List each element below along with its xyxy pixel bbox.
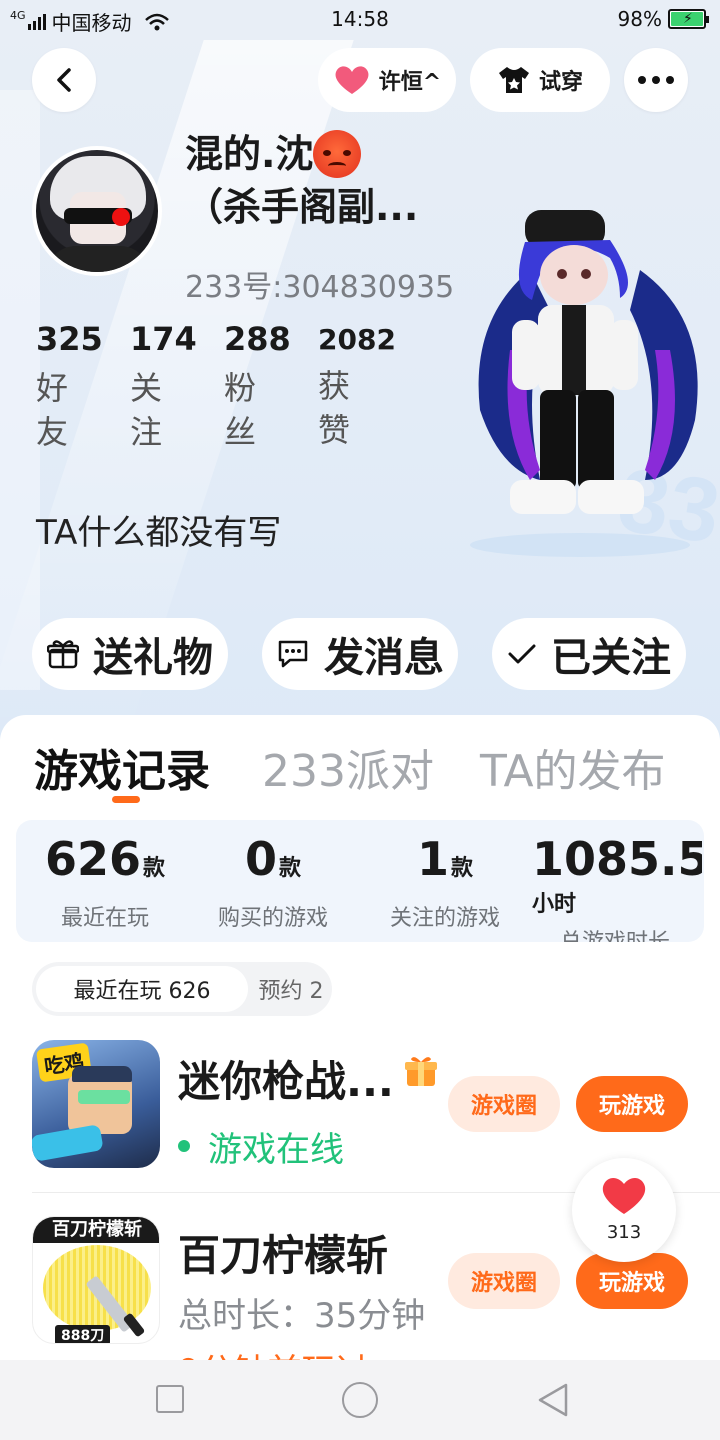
- angry-face-icon: [313, 129, 362, 178]
- stat-unit: 款: [143, 856, 166, 881]
- user-name-line1: 混的.沈: [185, 132, 314, 176]
- avatar[interactable]: [32, 146, 162, 276]
- game-filter: 最近在玩 626 预约 2: [32, 962, 332, 1016]
- stat-unit: 款: [451, 856, 474, 881]
- like-count: 313: [606, 1222, 642, 1243]
- tab-233-party[interactable]: 233派对: [262, 735, 434, 799]
- play-game-button[interactable]: 玩游戏: [576, 1076, 688, 1132]
- followed-label: 已关注: [551, 635, 671, 681]
- send-message-button[interactable]: 发消息: [262, 618, 458, 690]
- stat-label: 好友: [36, 369, 69, 451]
- stat-fans[interactable]: 288 粉丝: [224, 320, 304, 454]
- like-user-label: 许恒^: [378, 70, 442, 95]
- game-icon[interactable]: 吃鸡: [32, 1040, 160, 1168]
- tab-game-records[interactable]: 游戏记录: [34, 735, 210, 799]
- stat-value: 325: [36, 320, 103, 358]
- check-icon: [508, 644, 536, 664]
- game-playtime: 总时长：35分钟: [178, 1296, 426, 1336]
- stat-caption: 总游戏时长: [532, 924, 702, 942]
- stat-caption: 购买的游戏: [217, 906, 328, 931]
- game-last-played: 9分钟前玩过: [178, 1344, 370, 1360]
- like-user-button[interactable]: 许恒^: [318, 48, 456, 112]
- battery-icon: ⚡: [668, 9, 709, 29]
- back-button[interactable]: [32, 48, 96, 112]
- stat-total-playtime[interactable]: 1085.5 小时 总游戏时长: [532, 832, 702, 942]
- stat-likes[interactable]: 2082 获赞: [318, 320, 398, 452]
- chevron-left-icon: [57, 68, 71, 92]
- stat-caption: 关注的游戏: [389, 906, 500, 931]
- back-triangle-icon[interactable]: [536, 1382, 570, 1418]
- user-name: 混的.沈 （杀手阁副...: [185, 128, 475, 233]
- filter-reserved[interactable]: 预约 2: [254, 966, 328, 1012]
- battery-percent: 98%: [617, 7, 662, 31]
- send-gift-button[interactable]: 送礼物: [32, 618, 228, 690]
- heart-icon: [602, 1178, 646, 1214]
- stat-purchased-games[interactable]: 0款 购买的游戏: [200, 832, 346, 932]
- tab-ta-posts[interactable]: TA的发布: [480, 735, 666, 799]
- stat-number: 1: [416, 832, 449, 886]
- status-bar: 4G 中国移动 14:58 98% ⚡: [0, 0, 720, 38]
- stat-friends[interactable]: 325 好友: [36, 320, 116, 454]
- stat-unit: 小时: [532, 892, 577, 917]
- stat-value: 2082: [318, 323, 396, 356]
- like-fab[interactable]: 313: [572, 1158, 676, 1262]
- followed-button[interactable]: 已关注: [492, 618, 686, 690]
- stat-value: 288: [224, 320, 291, 358]
- clock: 14:58: [331, 7, 389, 31]
- stat-label: 获赞: [318, 367, 351, 449]
- system-nav-bar: [0, 1360, 720, 1440]
- try-on-button[interactable]: 试穿: [470, 48, 610, 112]
- send-gift-label: 送礼物: [93, 635, 213, 681]
- stat-number: 1085.5: [532, 832, 702, 886]
- gift-box-icon[interactable]: [404, 1054, 438, 1088]
- stat-caption: 最近在玩: [60, 906, 149, 931]
- more-dots-icon: [638, 76, 674, 84]
- user-bio: TA什么都没有写: [36, 513, 282, 553]
- stat-number: 626: [44, 832, 141, 886]
- stat-unit: 款: [279, 856, 302, 881]
- stat-followed-games[interactable]: 1款 关注的游戏: [372, 832, 518, 932]
- more-button[interactable]: [624, 48, 688, 112]
- stat-recent-games[interactable]: 626款 最近在玩: [30, 832, 180, 932]
- game-circle-button[interactable]: 游戏圈: [448, 1076, 560, 1132]
- game-last-played-clip: 9分钟前玩过: [178, 1344, 418, 1360]
- game-icon-subtext: 888刀: [55, 1325, 111, 1343]
- online-dot-icon: [178, 1140, 190, 1152]
- avatar-3d-character[interactable]: 33: [470, 180, 720, 560]
- chat-bubble-icon: [278, 640, 308, 668]
- try-on-label: 试穿: [538, 70, 583, 95]
- stat-number: 0: [244, 832, 277, 886]
- game-icon[interactable]: 百刀柠檬斩 888刀: [32, 1216, 160, 1344]
- stat-label: 粉丝: [224, 369, 257, 451]
- stat-value: 174: [130, 320, 197, 358]
- stat-following[interactable]: 174 关注: [130, 320, 210, 454]
- play-game-button[interactable]: 玩游戏: [576, 1253, 688, 1309]
- game-status: 游戏在线: [208, 1130, 344, 1170]
- user-id[interactable]: 233号:304830935: [185, 262, 475, 306]
- game-title[interactable]: 百刀柠檬斩: [178, 1222, 388, 1283]
- heart-icon: [335, 66, 369, 94]
- stat-label: 关注: [130, 369, 163, 451]
- gift-icon: [47, 640, 79, 669]
- home-icon[interactable]: [342, 1382, 378, 1418]
- active-tab-indicator: [112, 796, 140, 803]
- user-name-line2: （杀手阁副...: [185, 184, 419, 229]
- send-message-label: 发消息: [324, 635, 444, 681]
- game-title[interactable]: 迷你枪战...: [178, 1048, 394, 1109]
- game-circle-button[interactable]: 游戏圈: [448, 1253, 560, 1309]
- recent-apps-icon[interactable]: [156, 1385, 184, 1413]
- tshirt-icon: [498, 67, 529, 93]
- filter-recent[interactable]: 最近在玩 626: [36, 966, 248, 1012]
- game-icon-title: 百刀柠檬斩: [33, 1217, 159, 1243]
